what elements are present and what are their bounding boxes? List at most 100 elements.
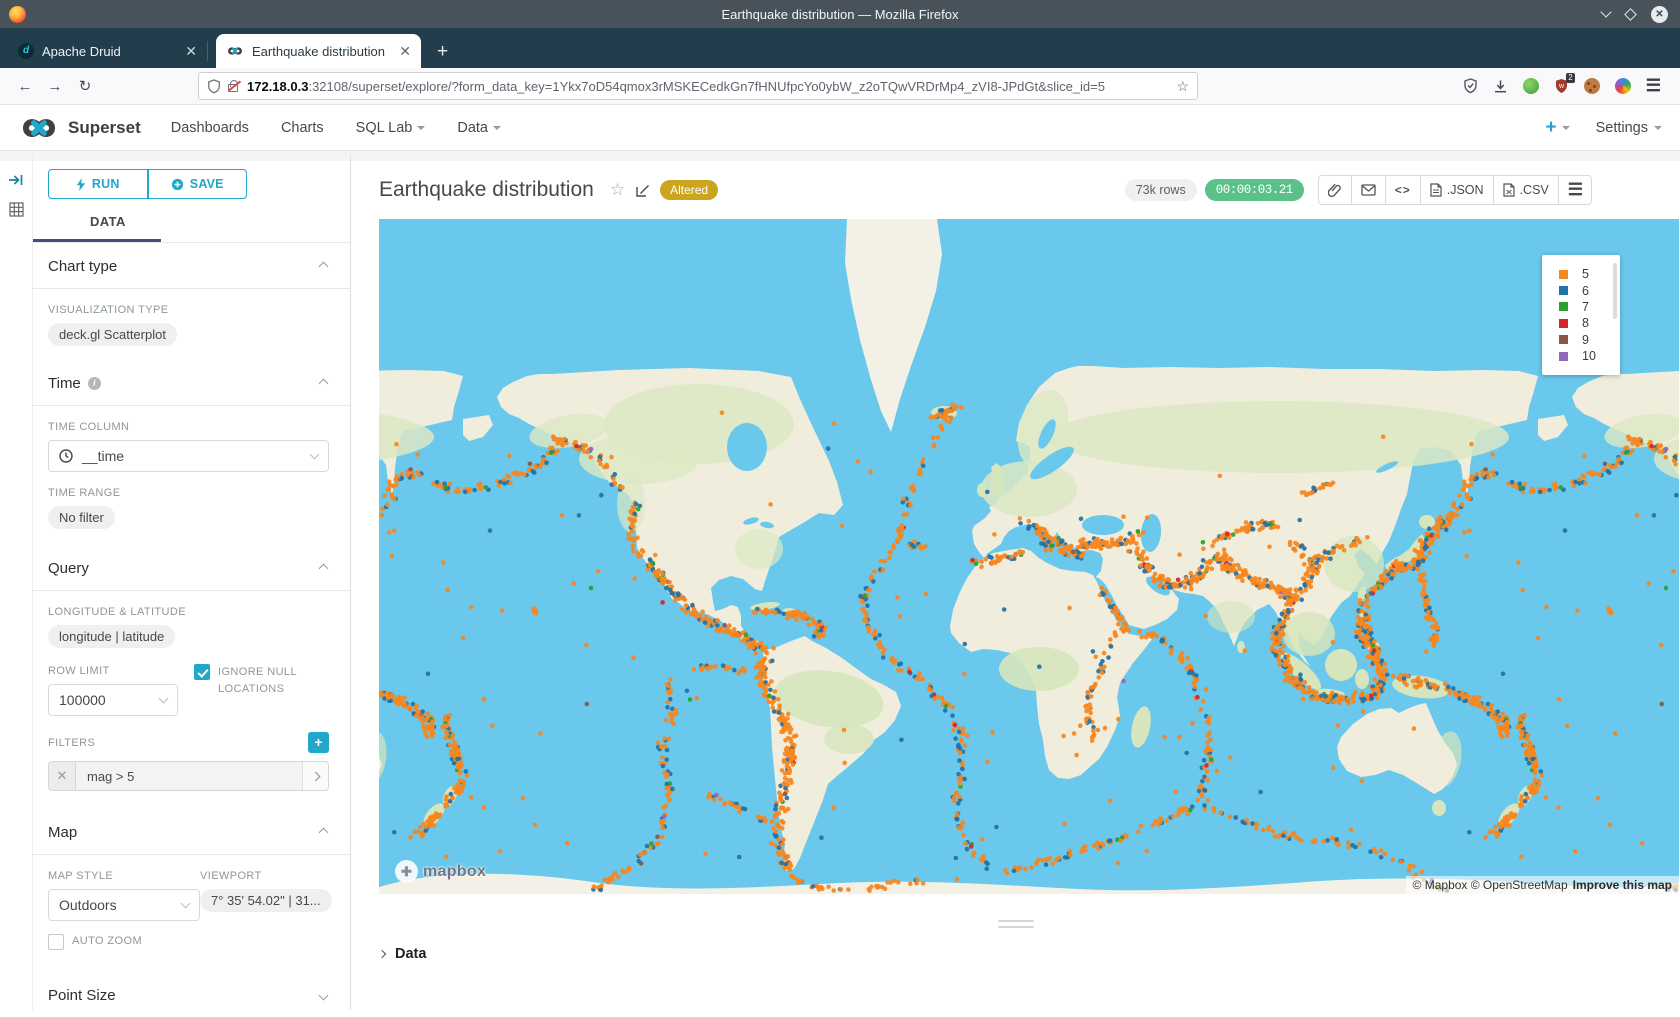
data-panel-toggle[interactable]: Data <box>379 946 426 962</box>
extension-cookie-icon[interactable] <box>1584 78 1600 94</box>
legend-item[interactable]: 10 <box>1559 348 1620 364</box>
run-button[interactable]: RUN <box>48 169 148 199</box>
section-point-size[interactable]: Point Size <box>48 972 329 1017</box>
extension-badge: 2 <box>1566 73 1574 83</box>
row-count-badge: 73k rows <box>1125 179 1197 201</box>
legend-swatch <box>1559 302 1568 311</box>
chevron-down-icon <box>417 126 425 130</box>
tab-close-icon[interactable]: ✕ <box>185 43 197 60</box>
window-minimize-icon[interactable] <box>1600 6 1611 17</box>
new-tab-button[interactable]: + <box>437 41 448 63</box>
chart-menu-button[interactable]: ☰ <box>1559 175 1592 205</box>
tab-label: Earthquake distribution <box>252 44 385 59</box>
url-path: :32108/superset/explore/?form_data_key=1… <box>308 79 1105 94</box>
downloads-icon[interactable] <box>1493 79 1508 94</box>
extension-pinwheel-icon[interactable] <box>1615 78 1631 94</box>
add-filter-button[interactable]: + <box>308 732 329 753</box>
chart-area: Earthquake distribution ☆ Altered 73k ro… <box>351 151 1680 1010</box>
export-csv-button[interactable]: .CSV <box>1494 175 1559 205</box>
map-legend: 5678910 <box>1542 255 1620 375</box>
ignore-null-checkbox[interactable] <box>194 664 210 680</box>
permissions-shield-icon[interactable] <box>207 79 221 94</box>
window-titlebar[interactable]: Earthquake distribution — Mozilla Firefo… <box>0 0 1680 28</box>
section-map[interactable]: Map <box>48 809 329 854</box>
map-style-select[interactable]: Outdoors <box>48 889 200 921</box>
legend-swatch <box>1559 270 1568 279</box>
legend-swatch <box>1559 352 1568 361</box>
query-timer-badge: 00:00:03.21 <box>1205 179 1304 201</box>
extension-shield-icon[interactable]: w 2 <box>1554 78 1569 94</box>
nav-item-sql-lab[interactable]: SQL Lab <box>356 120 426 136</box>
settings-menu[interactable]: Settings <box>1596 120 1662 136</box>
email-button[interactable] <box>1352 175 1386 205</box>
forward-icon[interactable]: → <box>40 78 70 95</box>
tab-close-icon[interactable]: ✕ <box>399 43 411 60</box>
time-column-label: TIME COLUMN <box>48 421 329 433</box>
auto-zoom-label: AUTO ZOOM <box>72 933 142 950</box>
embed-code-button[interactable]: <> <box>1386 175 1421 205</box>
remove-filter-icon[interactable]: ✕ <box>49 762 76 790</box>
legend-item[interactable]: 7 <box>1559 299 1620 315</box>
legend-item[interactable]: 6 <box>1559 282 1620 298</box>
menu-icon: ☰ <box>1568 180 1582 200</box>
mapbox-logo[interactable]: ✚ mapbox <box>395 860 486 883</box>
back-icon[interactable]: ← <box>10 78 40 95</box>
insecure-lock-icon[interactable] <box>228 79 240 93</box>
favorite-star-icon[interactable]: ☆ <box>610 180 625 200</box>
resize-drag-handle[interactable] <box>998 920 1034 932</box>
save-button[interactable]: SAVE <box>148 169 248 199</box>
attribution-text: © Mapbox © OpenStreetMap <box>1413 878 1568 892</box>
section-query[interactable]: Query <box>48 545 329 590</box>
url-bar[interactable]: 172.18.0.3:32108/superset/explore/?form_… <box>198 72 1198 100</box>
legend-item[interactable]: 8 <box>1559 315 1620 331</box>
time-column-select[interactable]: __time <box>48 440 329 472</box>
nav-item-charts[interactable]: Charts <box>281 120 324 136</box>
superset-navbar: Superset Dashboards Charts SQL Lab Data … <box>0 105 1680 151</box>
url-host: 172.18.0.3 <box>247 79 308 94</box>
window-maximize-icon[interactable] <box>1624 8 1637 21</box>
nav-item-data[interactable]: Data <box>457 120 501 136</box>
viewport-value[interactable]: 7° 35' 54.02" | 31... <box>200 889 332 912</box>
window-close-icon[interactable]: ✕ <box>1651 6 1668 23</box>
expand-filter-icon[interactable] <box>302 762 328 790</box>
superset-logo[interactable]: Superset <box>18 115 141 141</box>
chevron-down-icon <box>493 126 501 130</box>
chevron-down-icon <box>319 991 329 1001</box>
new-item-button[interactable]: + <box>1545 117 1569 139</box>
reload-icon[interactable]: ↻ <box>70 77 100 95</box>
export-json-button[interactable]: .JSON <box>1421 175 1494 205</box>
improve-map-link[interactable]: Improve this map <box>1573 878 1672 892</box>
chevron-up-icon <box>319 379 329 389</box>
extension-green-icon[interactable] <box>1523 78 1539 94</box>
altered-badge: Altered <box>660 180 718 200</box>
file-json-icon <box>1430 183 1442 197</box>
filter-item[interactable]: ✕ mag > 5 <box>48 761 329 791</box>
bookmark-star-icon[interactable]: ☆ <box>1176 78 1189 95</box>
plus-circle-icon <box>171 178 184 191</box>
edit-icon[interactable] <box>635 183 650 198</box>
legend-item[interactable]: 5 <box>1559 266 1620 282</box>
section-time[interactable]: Timei <box>48 360 329 405</box>
chart-title: Earthquake distribution <box>379 178 594 202</box>
section-chart-type[interactable]: Chart type <box>48 243 329 288</box>
legend-item[interactable]: 9 <box>1559 332 1620 348</box>
tab-apache-druid[interactable]: d Apache Druid ✕ <box>8 34 207 68</box>
collapse-panel-icon[interactable] <box>8 173 24 187</box>
nav-item-dashboards[interactable]: Dashboards <box>171 120 249 136</box>
legend-swatch <box>1559 335 1568 344</box>
browser-tabbar: d Apache Druid ✕ Earthquake distribution… <box>0 28 1680 68</box>
lonlat-value[interactable]: longitude | latitude <box>48 625 175 648</box>
time-range-value[interactable]: No filter <box>48 506 115 529</box>
viz-type-value[interactable]: deck.gl Scatterplot <box>48 323 177 346</box>
tab-earthquake-distribution[interactable]: Earthquake distribution ✕ <box>216 34 421 68</box>
tab-label: Apache Druid <box>42 44 121 59</box>
deckgl-map-canvas[interactable]: 5678910 ✚ mapbox © Mapbox © OpenStreetMa… <box>379 219 1679 894</box>
clock-icon <box>59 449 73 463</box>
datasource-grid-icon[interactable] <box>9 202 24 217</box>
menu-hamburger-icon[interactable]: ☰ <box>1646 76 1660 96</box>
tab-data[interactable]: DATA <box>48 212 329 242</box>
row-limit-select[interactable]: 100000 <box>48 684 178 716</box>
pocket-shield-icon[interactable] <box>1463 78 1478 94</box>
auto-zoom-checkbox[interactable] <box>48 934 64 950</box>
share-link-button[interactable] <box>1318 175 1352 205</box>
